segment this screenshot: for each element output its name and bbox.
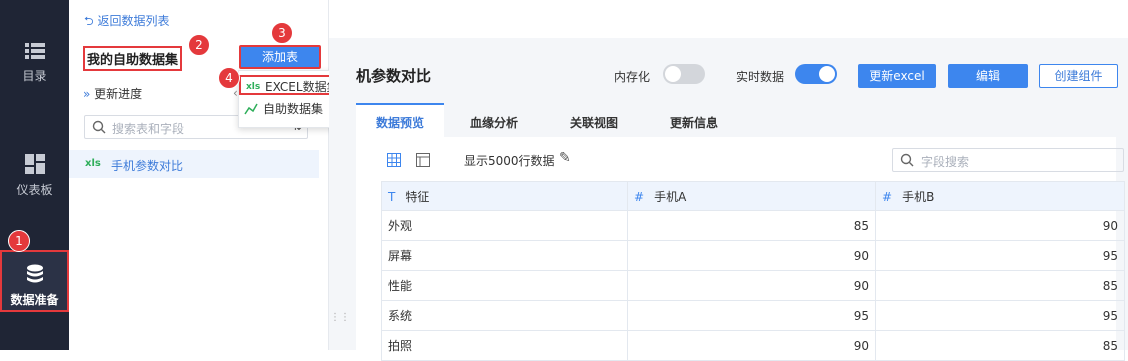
- data-preview-table: T 特征 # 手机A # 手机B 外观 85 90 屏幕 90 95 性能 90…: [381, 181, 1125, 361]
- tab-bar: 数据预览 血缘分析 关联视图 更新信息: [356, 103, 1116, 138]
- number-type-icon: #: [634, 189, 645, 204]
- dataset-item-name: 手机参数对比: [111, 159, 184, 173]
- table-cell: 85: [875, 330, 1125, 361]
- table-cell: 95: [627, 300, 876, 331]
- add-table-button[interactable]: 添加表: [239, 45, 321, 69]
- excel-icon: xls: [246, 82, 261, 92]
- tab-relation-view[interactable]: 关联视图: [556, 103, 632, 137]
- header-label: 手机A: [654, 189, 687, 204]
- resize-handle-icon[interactable]: ⋮⋮: [330, 312, 350, 323]
- update-progress[interactable]: » 更新进度: [83, 85, 142, 102]
- table-cell: 90: [875, 210, 1125, 241]
- step-badge-1: 1: [8, 230, 30, 252]
- table-cell: 85: [627, 210, 876, 241]
- realtime-toggle[interactable]: [795, 64, 837, 84]
- list-icon: [24, 43, 45, 59]
- table-cell: 性能: [381, 270, 628, 301]
- dashboard-icon: [24, 154, 45, 174]
- search-icon: [92, 120, 106, 134]
- table-cell: 95: [875, 240, 1125, 271]
- number-type-icon: #: [882, 189, 893, 204]
- table-row: 外观 85 90: [381, 210, 1125, 241]
- nav-item-data-prep[interactable]: 数据准备: [0, 250, 69, 312]
- nav-label: 数据准备: [10, 293, 59, 307]
- grid-view-icon[interactable]: [387, 153, 401, 167]
- create-component-button[interactable]: 创建组件: [1039, 64, 1118, 88]
- step-badge-2: 2: [188, 34, 210, 56]
- header-label: 特征: [405, 189, 430, 204]
- field-search-input[interactable]: 字段搜索: [892, 148, 1124, 172]
- nav-label: 目录: [22, 69, 47, 83]
- table-cell: 系统: [381, 300, 628, 331]
- pencil-icon[interactable]: ✎: [559, 150, 571, 166]
- double-chevron-icon: »: [83, 87, 91, 101]
- tab-update-info[interactable]: 更新信息: [656, 103, 732, 137]
- table-cell: 屏幕: [381, 240, 628, 271]
- column-header[interactable]: # 手机A: [627, 181, 876, 211]
- column-header[interactable]: T 特征: [381, 181, 628, 211]
- table-cell: 95: [875, 300, 1125, 331]
- search-placeholder: 搜索表和字段: [112, 122, 185, 136]
- database-icon: [26, 264, 43, 283]
- search-icon: [900, 153, 914, 167]
- memory-toggle[interactable]: [663, 64, 705, 84]
- table-cell: 90: [627, 270, 876, 301]
- dataset-list-item[interactable]: xls 手机参数对比: [69, 150, 319, 178]
- nav-label: 仪表板: [16, 183, 53, 197]
- rows-display-label: 显示5000行数据: [464, 154, 555, 168]
- nav-item-catalog[interactable]: 目录: [0, 42, 69, 84]
- text-type-icon: T: [388, 189, 396, 204]
- toggle-knob: [665, 66, 681, 82]
- table-cell: 90: [627, 330, 876, 361]
- dropdown-label: EXCEL数据集: [265, 80, 339, 94]
- update-excel-button[interactable]: 更新excel: [858, 64, 936, 88]
- header-label: 手机B: [902, 189, 935, 204]
- update-progress-label: 更新进度: [94, 87, 143, 101]
- table-cell: 85: [875, 270, 1125, 301]
- step-badge-4: 4: [218, 67, 240, 89]
- field-search-placeholder: 字段搜索: [921, 155, 970, 169]
- edit-button[interactable]: 编辑: [948, 64, 1028, 88]
- excel-icon: xls: [85, 158, 101, 169]
- left-nav: 目录 仪表板 数据准备: [0, 0, 69, 350]
- table-cell: 90: [627, 240, 876, 271]
- back-arrow-icon: ⮌: [84, 14, 94, 28]
- table-row: 系统 95 95: [381, 300, 1125, 331]
- tab-lineage[interactable]: 血缘分析: [456, 103, 532, 137]
- toggle-knob: [819, 66, 835, 82]
- step-badge-3: 3: [271, 22, 293, 44]
- table-header-row: T 特征 # 手机A # 手机B: [381, 181, 1125, 211]
- table-row: 屏幕 90 95: [381, 240, 1125, 271]
- back-to-list-link[interactable]: ⮌ 返回数据列表: [84, 12, 169, 33]
- top-bar: [329, 0, 1128, 39]
- realtime-label: 实时数据: [736, 70, 785, 84]
- main-area: ⋮⋮ 机参数对比 内存化 实时数据 更新excel 编辑 创建组件 数据预览 血…: [329, 0, 1128, 361]
- preview-content: 显示5000行数据 ✎ 字段搜索 T 特征 # 手机A # 手机B 外观 85: [356, 137, 1125, 361]
- table-row: 性能 90 85: [381, 270, 1125, 301]
- line-chart-icon: [244, 103, 258, 115]
- tab-data-preview[interactable]: 数据预览: [356, 103, 444, 137]
- table-row: 拍照 90 85: [381, 330, 1125, 361]
- table-cell: 外观: [381, 210, 628, 241]
- nav-item-dashboard[interactable]: 仪表板: [0, 154, 69, 198]
- back-label: 返回数据列表: [97, 14, 170, 28]
- page-title: 机参数对比: [356, 67, 432, 85]
- column-header[interactable]: # 手机B: [875, 181, 1125, 211]
- memory-label: 内存化: [614, 70, 651, 84]
- layout-icon[interactable]: [416, 153, 430, 167]
- table-cell: 拍照: [381, 330, 628, 361]
- dropdown-label: 自助数据集: [263, 102, 324, 116]
- dataset-title: 我的自助数据集: [83, 46, 183, 71]
